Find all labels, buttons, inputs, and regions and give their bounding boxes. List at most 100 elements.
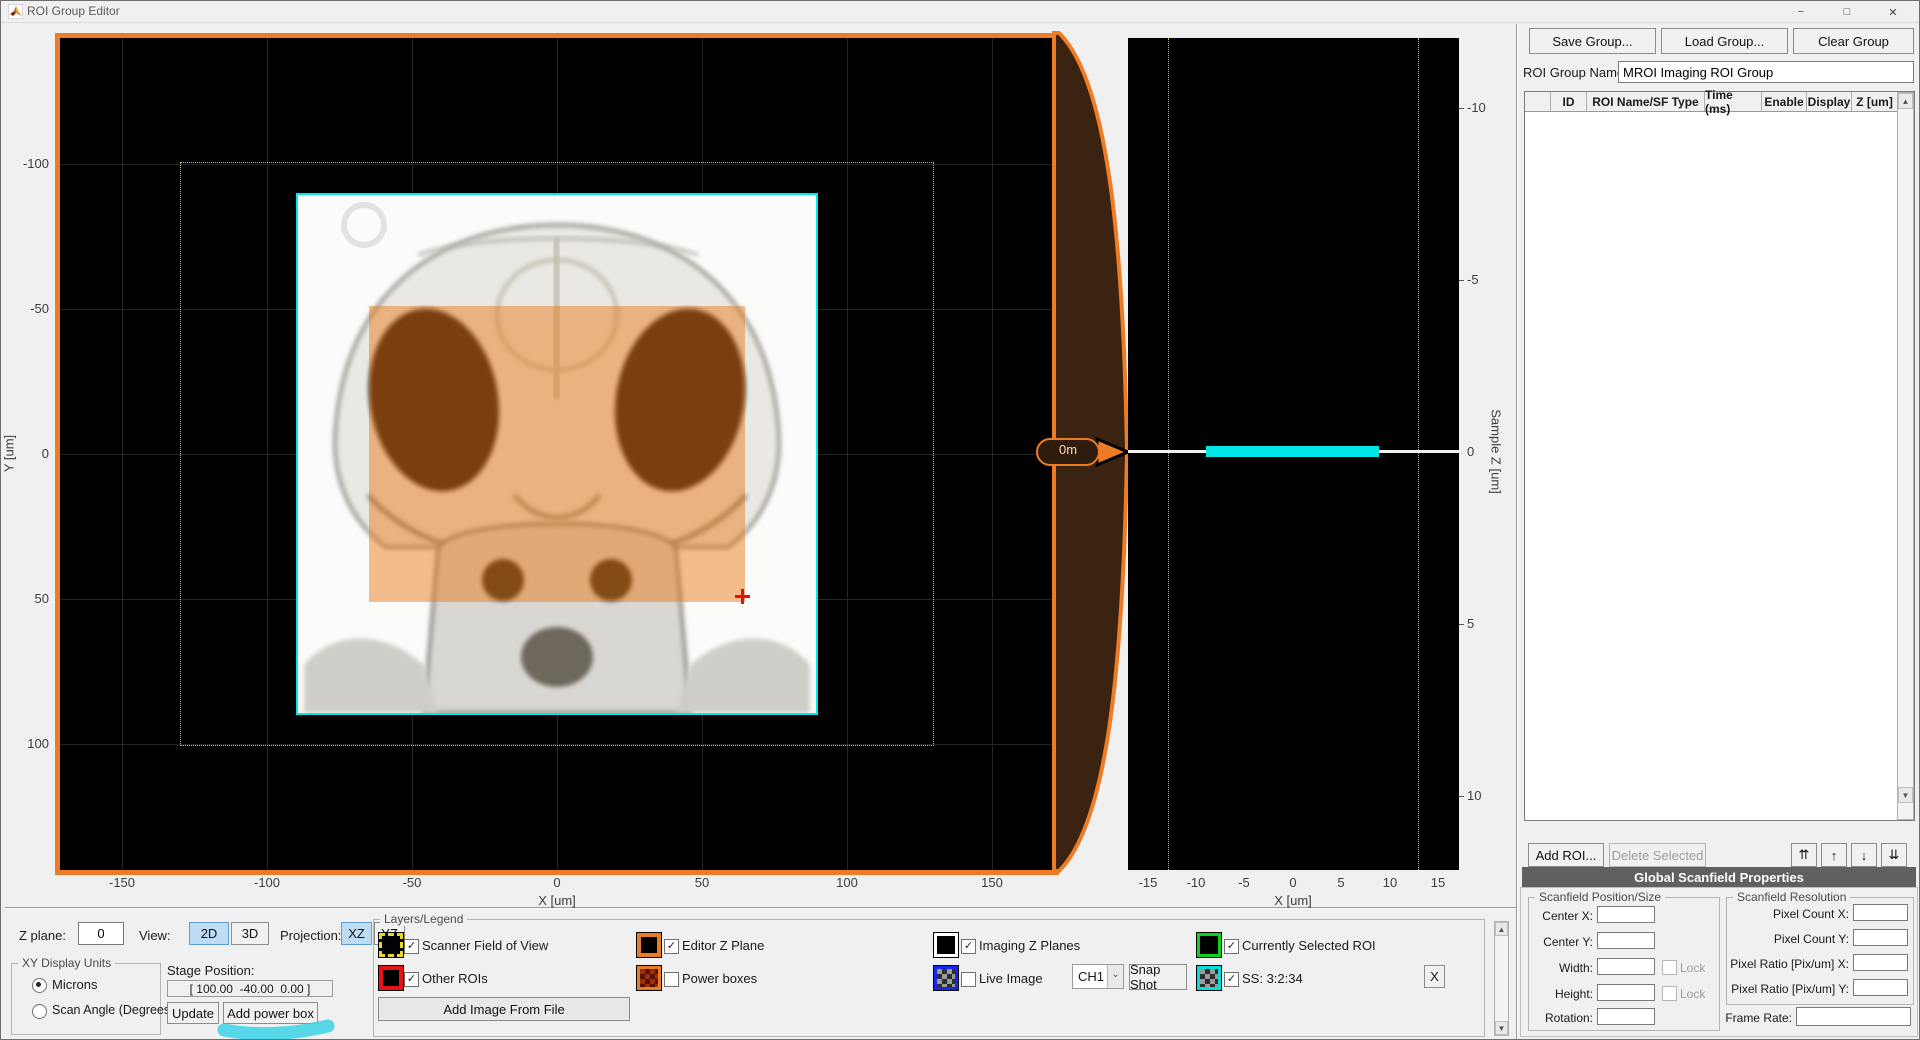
- center-x-input[interactable]: [1597, 906, 1655, 923]
- y-tick-50: 50: [19, 591, 49, 606]
- scroll-up-icon: ▲: [1498, 925, 1506, 934]
- fov-edge-line: [1418, 38, 1419, 870]
- editor-z-plane-checkbox[interactable]: ✓: [664, 939, 679, 954]
- xz-x-tick: -5: [1226, 875, 1262, 890]
- power-box-corner-handle[interactable]: [735, 589, 750, 604]
- remove-snapshot-label: X: [1430, 969, 1439, 984]
- move-roi-top-button[interactable]: ⇈: [1791, 843, 1817, 867]
- scanner-fov-checkbox[interactable]: ✓: [404, 939, 419, 954]
- ss-snapshot-checkbox[interactable]: ✓: [1224, 972, 1239, 987]
- scanfield-header: Global Scanfield Properties: [1522, 867, 1916, 887]
- width-label: Width:: [1531, 961, 1593, 975]
- x-tick: 0: [537, 875, 577, 890]
- channel-dropdown[interactable]: CH1 ⌄: [1072, 964, 1124, 989]
- currently-selected-roi-checkbox[interactable]: ✓: [1224, 939, 1239, 954]
- power-boxes-checkbox[interactable]: [664, 972, 679, 987]
- bottom-panel-scrollbar[interactable]: ▲ ▼: [1494, 921, 1509, 1036]
- add-roi-button[interactable]: Add ROI...: [1528, 843, 1604, 867]
- add-image-from-file-button[interactable]: Add Image From File: [378, 997, 630, 1021]
- scanfield-position-label: Scanfield Position/Size: [1535, 890, 1665, 904]
- pixel-ratio-x-label: Pixel Ratio [Pix/um] X:: [1727, 957, 1849, 971]
- move-roi-down-button[interactable]: ↓: [1851, 843, 1877, 867]
- xz-x-tick: 0: [1275, 875, 1311, 890]
- z-axis-label: Sample Z [um]: [1489, 397, 1504, 507]
- y-tick--50: -50: [19, 301, 49, 316]
- minimize-button[interactable]: −: [1778, 1, 1824, 23]
- xz-x-tick: 15: [1420, 875, 1456, 890]
- pixel-ratio-y-input[interactable]: [1853, 979, 1908, 996]
- z-zero-marker-label[interactable]: 0m: [1037, 442, 1099, 457]
- width-input[interactable]: [1597, 958, 1655, 975]
- scroll-up-button[interactable]: ▲: [1898, 93, 1913, 109]
- pixel-ratio-x-input[interactable]: [1853, 954, 1908, 971]
- xz-plot[interactable]: [1128, 38, 1459, 870]
- update-button[interactable]: Update: [167, 1002, 219, 1024]
- snap-shot-button[interactable]: Snap Shot: [1129, 964, 1187, 990]
- column-time: Time (ms): [1705, 92, 1762, 111]
- roi-table[interactable]: ID ROI Name/SF Type Time (ms) Enable Dis…: [1524, 91, 1915, 821]
- other-rois-checkbox[interactable]: ✓: [404, 972, 419, 987]
- stage-position-label: Stage Position:: [167, 963, 254, 978]
- height-input[interactable]: [1597, 984, 1655, 1001]
- move-roi-up-button[interactable]: ↑: [1821, 843, 1847, 867]
- scan-angle-radio[interactable]: [32, 1004, 47, 1019]
- pixel-count-x-input[interactable]: [1853, 904, 1908, 921]
- move-top-icon: ⇈: [1799, 847, 1810, 863]
- microns-label: Microns: [52, 977, 98, 992]
- save-group-label: Save Group...: [1552, 34, 1632, 49]
- projection-xz-toggle[interactable]: XZ: [341, 922, 372, 945]
- ss-snapshot-icon: [1197, 966, 1221, 990]
- delete-selected-button[interactable]: Delete Selected: [1609, 843, 1706, 867]
- close-icon: ✕: [1888, 6, 1897, 19]
- maximize-button[interactable]: □: [1824, 1, 1870, 23]
- microns-radio[interactable]: [32, 978, 47, 993]
- frame-rate-input[interactable]: [1796, 1007, 1911, 1026]
- center-y-input[interactable]: [1597, 932, 1655, 949]
- column-display: Display: [1807, 92, 1852, 111]
- x-tick: -150: [102, 875, 142, 890]
- power-box-overlay[interactable]: [369, 306, 745, 602]
- move-roi-bottom-button[interactable]: ⇊: [1881, 843, 1907, 867]
- scroll-up-button[interactable]: ▲: [1495, 922, 1508, 936]
- view-3d-toggle[interactable]: 3D: [231, 922, 269, 945]
- scroll-down-button[interactable]: ▼: [1495, 1021, 1508, 1035]
- z-tick: -10: [1467, 100, 1501, 115]
- save-group-button[interactable]: Save Group...: [1529, 28, 1656, 54]
- ss-snapshot-label: SS: 3:2:34: [1242, 971, 1303, 986]
- z-tick-mark: [1459, 108, 1464, 109]
- scroll-down-button[interactable]: ▼: [1898, 787, 1913, 803]
- xy-plot[interactable]: [55, 33, 1059, 875]
- close-button[interactable]: ✕: [1870, 1, 1916, 23]
- center-y-label: Center Y:: [1531, 935, 1593, 949]
- roi-table-scrollbar[interactable]: ▲ ▼: [1897, 92, 1914, 820]
- scroll-down-icon: ▼: [1902, 791, 1910, 800]
- move-down-icon: ↓: [1861, 848, 1868, 863]
- z-plane-input[interactable]: [78, 922, 124, 945]
- xz-x-axis-label: X [um]: [1253, 893, 1333, 908]
- imaging-z-planes-checkbox[interactable]: ✓: [961, 939, 976, 954]
- panel-separator-vertical: [1516, 24, 1518, 1040]
- live-image-label: Live Image: [979, 971, 1043, 986]
- load-group-label: Load Group...: [1685, 34, 1765, 49]
- selected-roi-z-bar[interactable]: [1206, 446, 1379, 457]
- width-lock-checkbox[interactable]: [1662, 960, 1677, 975]
- check-icon: ✓: [1227, 973, 1236, 985]
- height-lock-checkbox[interactable]: [1662, 986, 1677, 1001]
- roi-group-editor-window: ROI Group Editor − □ ✕ -100 -50 0 50 100…: [0, 0, 1920, 1040]
- add-roi-label: Add ROI...: [1536, 848, 1597, 863]
- view-2d-toggle[interactable]: 2D: [189, 922, 229, 945]
- column-enable: Enable: [1762, 92, 1807, 111]
- maximize-icon: □: [1844, 6, 1851, 18]
- load-group-button[interactable]: Load Group...: [1661, 28, 1788, 54]
- x-axis-label: X [um]: [517, 893, 597, 908]
- rotation-input[interactable]: [1597, 1008, 1655, 1025]
- scroll-down-icon: ▼: [1498, 1024, 1506, 1033]
- live-image-checkbox[interactable]: [961, 972, 976, 987]
- roi-group-name-input[interactable]: [1618, 61, 1914, 83]
- clear-group-button[interactable]: Clear Group: [1793, 28, 1914, 54]
- pixel-count-x-label: Pixel Count X:: [1727, 907, 1849, 921]
- remove-snapshot-button[interactable]: X: [1424, 965, 1445, 988]
- move-bottom-icon: ⇊: [1889, 847, 1900, 863]
- pixel-count-y-input[interactable]: [1853, 929, 1908, 946]
- currently-selected-roi-icon: [1197, 933, 1221, 957]
